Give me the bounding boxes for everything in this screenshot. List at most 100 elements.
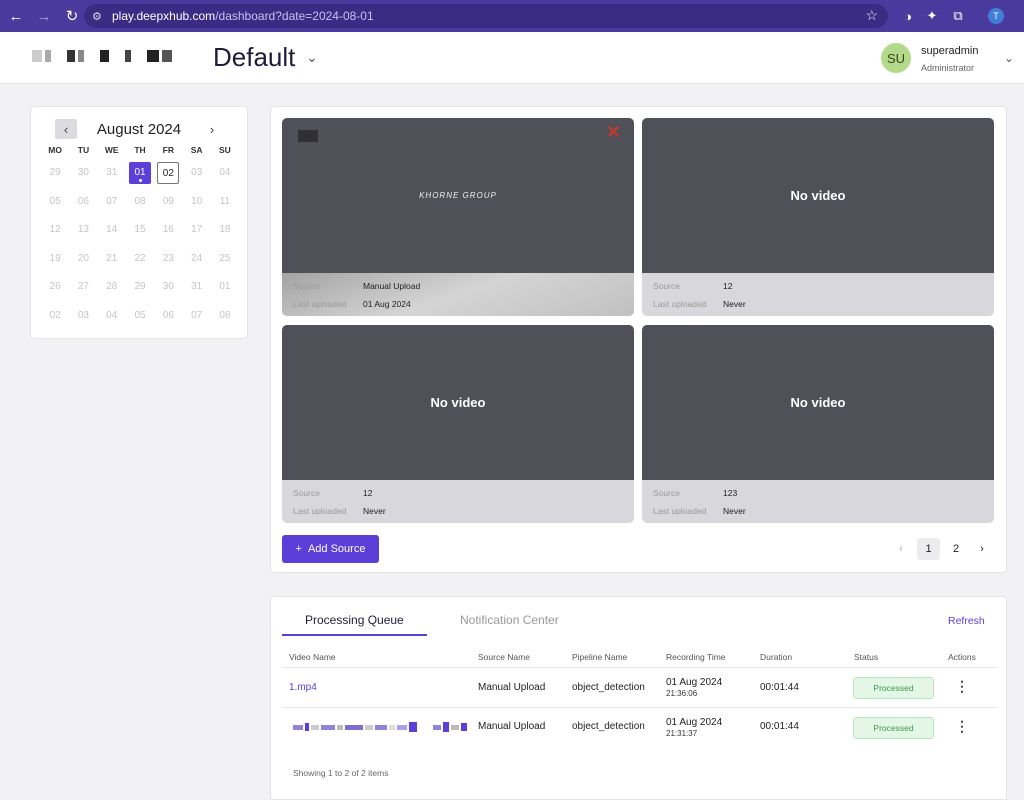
reload-icon[interactable]: ↻ bbox=[60, 4, 84, 28]
source-label: Source bbox=[293, 488, 320, 498]
video-placeholder[interactable]: No video bbox=[642, 118, 994, 273]
calendar-day[interactable]: 05 bbox=[129, 305, 151, 327]
calendar-day[interactable]: 01 bbox=[214, 276, 236, 298]
page-button-2[interactable]: 2 bbox=[945, 538, 967, 560]
calendar-day[interactable]: 16 bbox=[157, 219, 179, 241]
column-header[interactable]: Recording Time bbox=[666, 652, 726, 662]
user-role: Administrator bbox=[921, 63, 975, 73]
calendar-day[interactable]: 02 bbox=[157, 162, 180, 185]
refresh-button[interactable]: Refresh bbox=[948, 615, 985, 627]
calendar-day[interactable]: 25 bbox=[214, 248, 236, 270]
address-bar[interactable]: ⚙ play.deepxhub.com/dashboard?date=2024-… bbox=[84, 4, 888, 28]
calendar-day[interactable]: 22 bbox=[129, 248, 151, 270]
calendar-day[interactable]: 06 bbox=[72, 191, 94, 213]
tab-notification-center[interactable]: Notification Center bbox=[460, 613, 559, 627]
bookmark-star-icon[interactable]: ☆ bbox=[865, 7, 878, 24]
column-header[interactable]: Actions bbox=[948, 652, 976, 662]
sources-panel: KHORNE GROUP ✕ Source Manual Upload Last… bbox=[270, 106, 1007, 573]
column-header[interactable]: Video Name bbox=[289, 652, 336, 662]
calendar-day[interactable]: 26 bbox=[44, 276, 66, 298]
calendar-day[interactable]: 27 bbox=[72, 276, 94, 298]
next-page-button[interactable]: › bbox=[972, 538, 992, 560]
source-label: Source bbox=[653, 488, 680, 498]
video-badge bbox=[298, 130, 318, 142]
chevron-right-icon: › bbox=[980, 543, 984, 555]
next-month-button[interactable]: › bbox=[201, 119, 223, 139]
calendar-day[interactable]: 08 bbox=[214, 305, 236, 327]
calendar-day[interactable]: 01 bbox=[129, 162, 152, 185]
calendar-day[interactable]: 31 bbox=[186, 276, 208, 298]
duration-cell: 00:01:44 bbox=[760, 682, 799, 693]
tab-processing-queue[interactable]: Processing Queue bbox=[305, 613, 404, 627]
calendar-day[interactable]: 13 bbox=[72, 219, 94, 241]
video-placeholder[interactable]: No video bbox=[642, 325, 994, 480]
source-tile[interactable]: No video Source 12 Last uploaded Never bbox=[282, 325, 634, 523]
extensions-puzzle-icon[interactable]: ⧉ bbox=[948, 6, 968, 26]
pipeline-cell: object_detection bbox=[572, 682, 645, 693]
video-placeholder[interactable]: No video bbox=[282, 325, 634, 480]
prev-page-button[interactable]: ‹ bbox=[892, 538, 910, 560]
calendar-day[interactable]: 17 bbox=[186, 219, 208, 241]
calendar-day[interactable]: 12 bbox=[44, 219, 66, 241]
calendar-day[interactable]: 29 bbox=[129, 276, 151, 298]
weekday-label: WE bbox=[104, 145, 119, 155]
video-thumbnail[interactable]: KHORNE GROUP bbox=[282, 118, 634, 273]
site-settings-icon[interactable]: ⚙ bbox=[92, 10, 108, 23]
calendar-day[interactable]: 03 bbox=[72, 305, 94, 327]
calendar-day[interactable]: 02 bbox=[44, 305, 66, 327]
calendar-day[interactable]: 23 bbox=[157, 248, 179, 270]
add-source-button[interactable]: + Add Source bbox=[282, 535, 379, 563]
calendar-day[interactable]: 06 bbox=[157, 305, 179, 327]
page-button-1[interactable]: 1 bbox=[917, 538, 940, 560]
calendar-day[interactable]: 30 bbox=[157, 276, 179, 298]
recording-date: 01 Aug 2024 bbox=[666, 717, 723, 728]
profile-button[interactable]: T bbox=[986, 6, 1006, 26]
column-header[interactable]: Source Name bbox=[478, 652, 530, 662]
calendar-day[interactable]: 29 bbox=[44, 162, 66, 184]
forward-icon[interactable]: → bbox=[32, 4, 56, 28]
user-avatar[interactable]: SU bbox=[881, 43, 911, 73]
calendar-day[interactable]: 03 bbox=[186, 162, 208, 184]
calendar-day[interactable]: 19 bbox=[44, 248, 66, 270]
column-header[interactable]: Status bbox=[854, 652, 878, 662]
source-tile[interactable]: KHORNE GROUP ✕ Source Manual Upload Last… bbox=[282, 118, 634, 316]
extension-icon[interactable]: ◑ bbox=[898, 6, 918, 26]
calendar-day[interactable]: 18 bbox=[214, 219, 236, 241]
calendar-day[interactable]: 20 bbox=[72, 248, 94, 270]
workspace-title[interactable]: Default bbox=[213, 42, 295, 73]
calendar-day[interactable]: 31 bbox=[101, 162, 123, 184]
fox-extension-icon[interactable]: ✦ bbox=[922, 6, 942, 26]
calendar-week-row: 12 13 14 15 16 17 18 bbox=[41, 216, 239, 245]
calendar-day[interactable]: 14 bbox=[101, 219, 123, 241]
video-name-link[interactable]: 1.mp4 bbox=[289, 682, 317, 693]
source-tile[interactable]: No video Source 12 Last uploaded Never bbox=[642, 118, 994, 316]
row-actions-icon[interactable]: ⋮ bbox=[955, 718, 969, 735]
calendar-day[interactable]: 11 bbox=[214, 191, 236, 213]
source-tile[interactable]: No video Source 123 Last uploaded Never bbox=[642, 325, 994, 523]
calendar-day[interactable]: 10 bbox=[186, 191, 208, 213]
calendar-day[interactable]: 08 bbox=[129, 191, 151, 213]
calendar-day[interactable]: 07 bbox=[101, 191, 123, 213]
pagination-summary: Showing 1 to 2 of 2 items bbox=[293, 768, 389, 778]
redacted-video-name[interactable] bbox=[293, 722, 467, 732]
calendar-day[interactable]: 28 bbox=[101, 276, 123, 298]
calendar-day[interactable]: 21 bbox=[101, 248, 123, 270]
recording-time-cell: 01 Aug 2024 21:36:06 bbox=[666, 677, 722, 698]
calendar-day[interactable]: 05 bbox=[44, 191, 66, 213]
chevron-left-icon: ‹ bbox=[899, 543, 903, 555]
row-actions-icon[interactable]: ⋮ bbox=[955, 678, 969, 695]
calendar-day[interactable]: 09 bbox=[157, 191, 179, 213]
recording-time-cell: 01 Aug 2024 21:31:37 bbox=[666, 717, 722, 738]
calendar-day[interactable]: 24 bbox=[186, 248, 208, 270]
calendar-day[interactable]: 04 bbox=[101, 305, 123, 327]
calendar-day[interactable]: 04 bbox=[214, 162, 236, 184]
back-icon[interactable]: ← bbox=[4, 4, 28, 28]
calendar-day[interactable]: 07 bbox=[186, 305, 208, 327]
calendar-day[interactable]: 30 bbox=[72, 162, 94, 184]
column-header[interactable]: Pipeline Name bbox=[572, 652, 627, 662]
chevron-down-icon[interactable]: ⌄ bbox=[306, 49, 318, 66]
source-name-cell: Manual Upload bbox=[478, 682, 546, 693]
user-menu-chevron-icon[interactable]: ⌄ bbox=[1004, 51, 1014, 65]
column-header[interactable]: Duration bbox=[760, 652, 792, 662]
calendar-day[interactable]: 15 bbox=[129, 219, 151, 241]
